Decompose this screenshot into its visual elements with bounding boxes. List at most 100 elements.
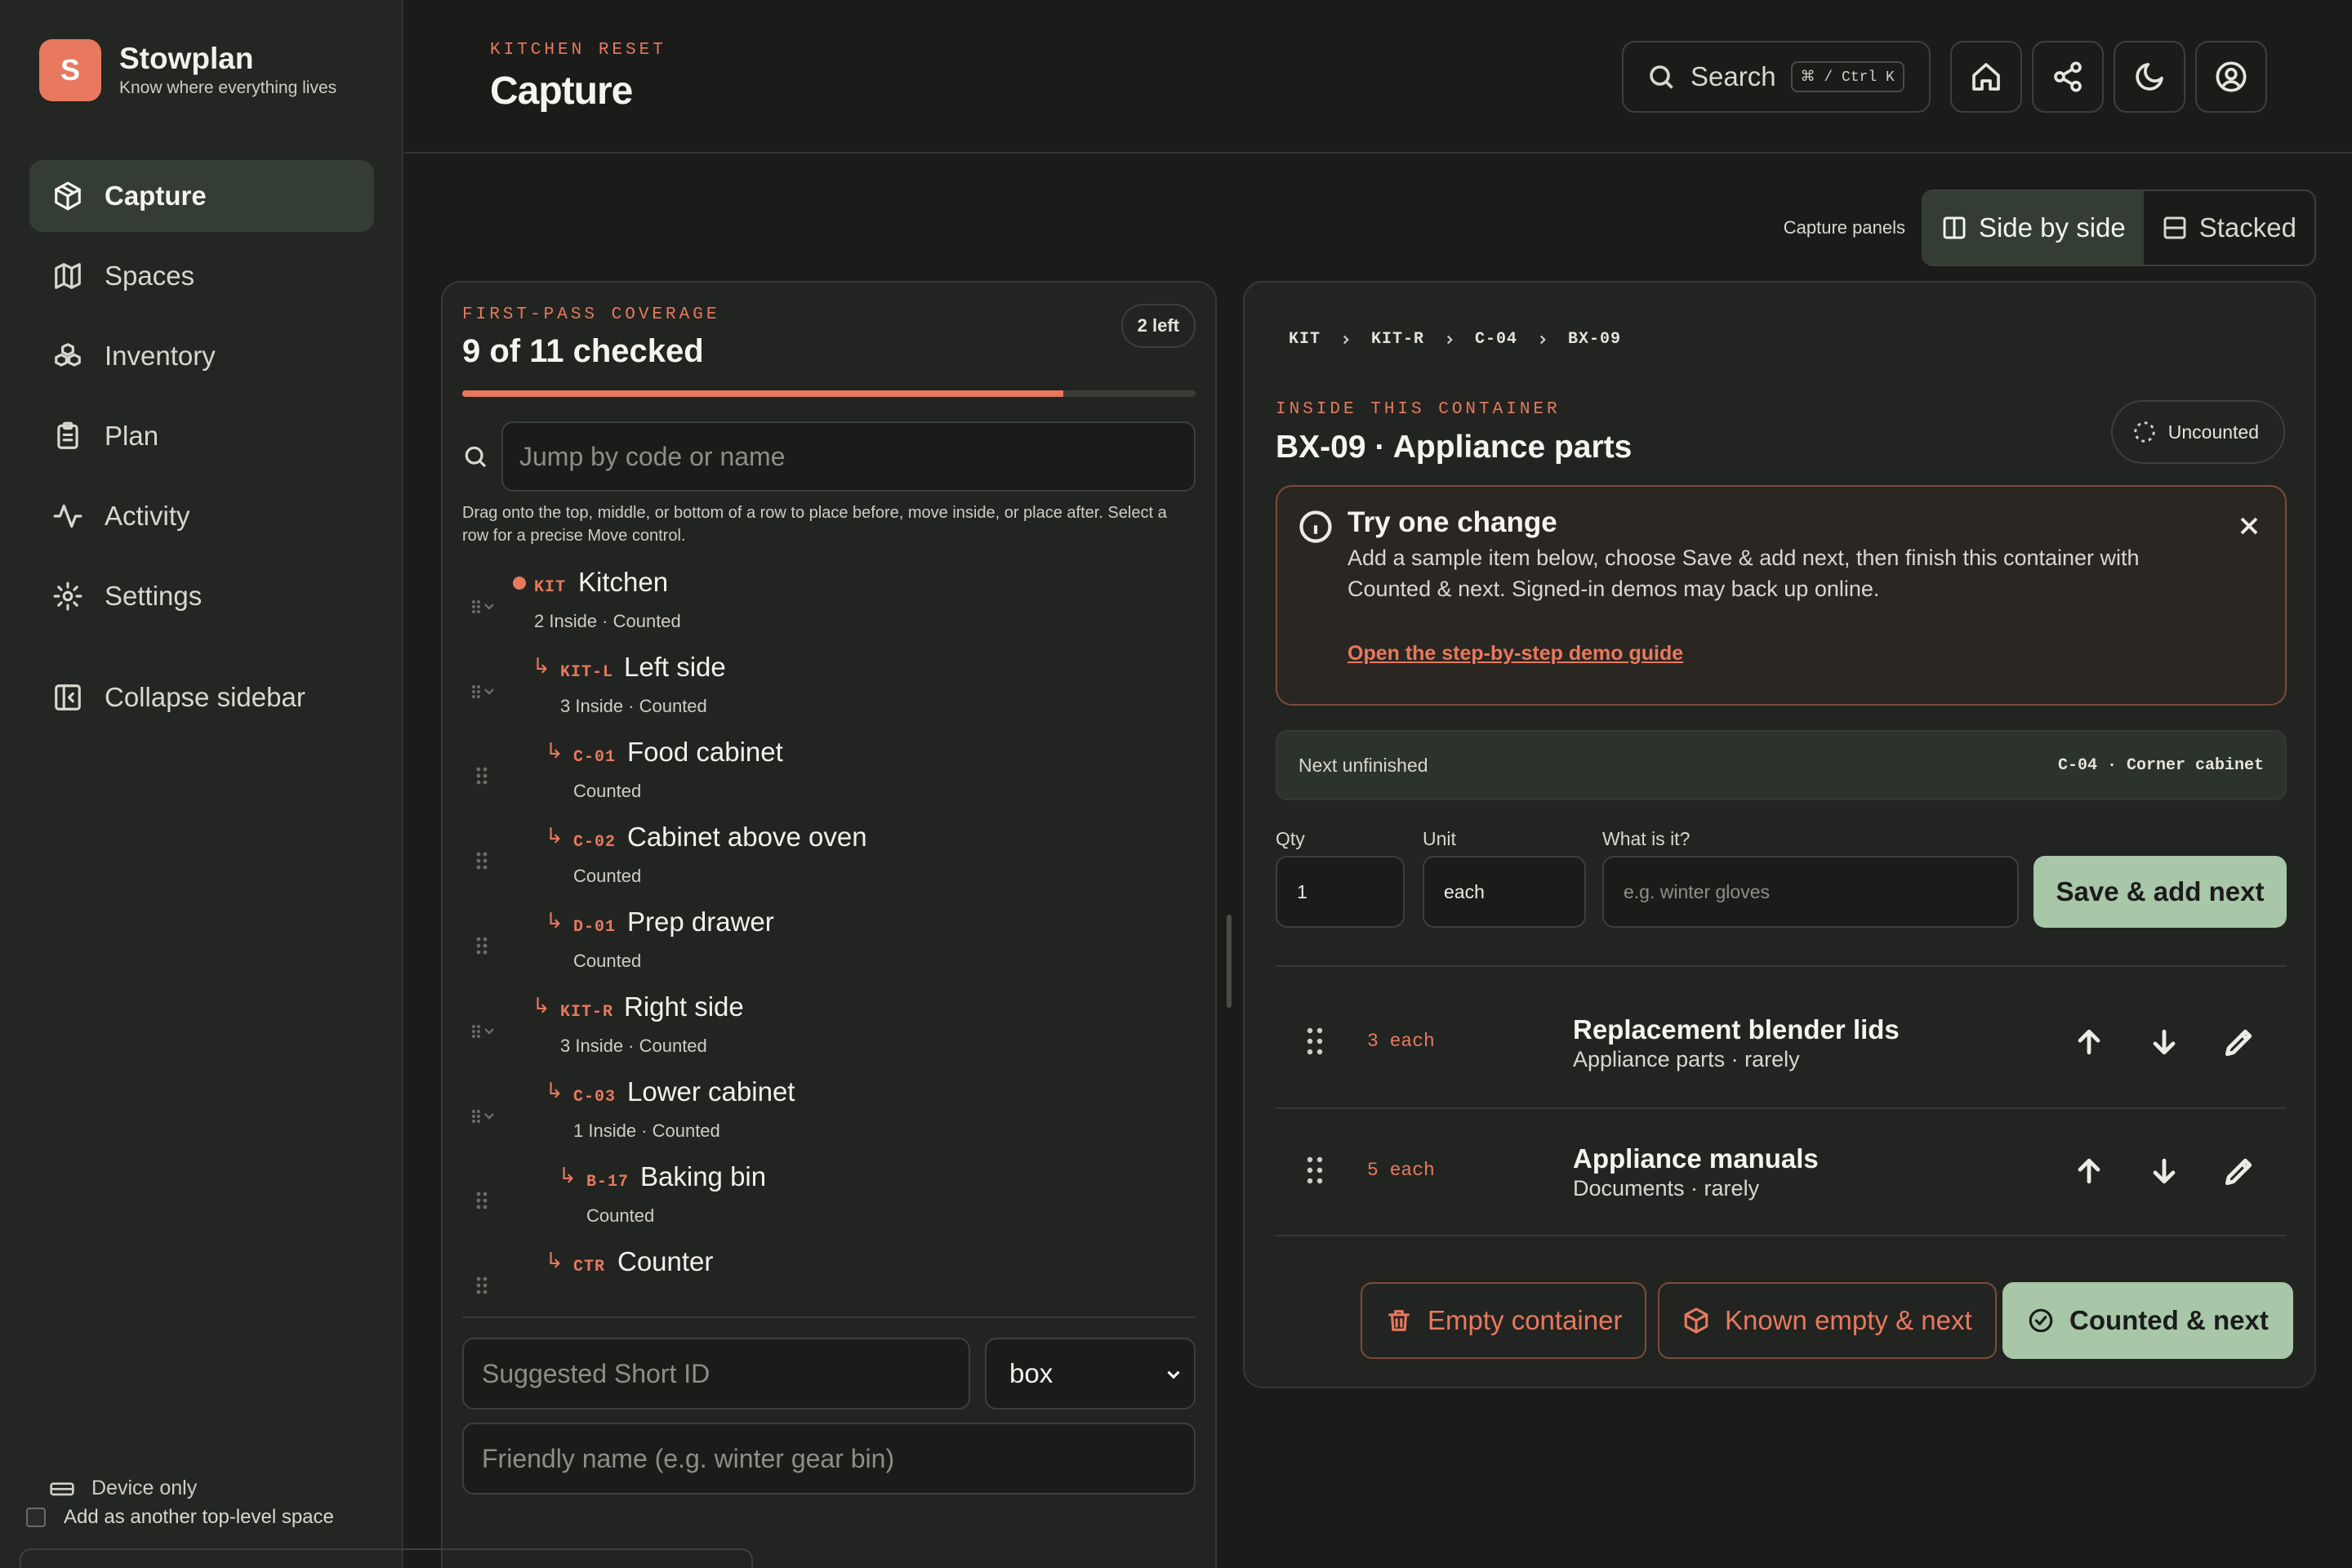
sidebar-item-label: Inventory bbox=[105, 341, 216, 371]
breadcrumb-item[interactable]: KIT bbox=[1289, 330, 1321, 349]
share-button[interactable] bbox=[2032, 41, 2104, 113]
tip-title: Try one change bbox=[1348, 506, 1557, 538]
boxes-icon bbox=[55, 343, 81, 367]
tree-row[interactable]: ↳ C-02 Cabinet above oven Counted bbox=[462, 820, 1196, 905]
space-meta: 3 Inside · Counted bbox=[560, 696, 707, 716]
breadcrumb-item[interactable]: C-04 bbox=[1475, 330, 1517, 349]
tree-row[interactable]: ↳ B-17 Baking bin Counted bbox=[462, 1160, 1196, 1245]
drag-handle-icon[interactable] bbox=[1307, 1156, 1323, 1184]
status-badge: Uncounted bbox=[2110, 400, 2285, 464]
sidebar: S Stowplan Know where everything lives C… bbox=[0, 0, 403, 1568]
unit-input[interactable] bbox=[1423, 856, 1586, 928]
item-row[interactable]: 5 each Appliance manuals Documents · rar… bbox=[1276, 1107, 2287, 1235]
sidebar-item-spaces[interactable]: Spaces bbox=[29, 240, 374, 312]
tree-row[interactable]: ↳ KIT-R Right side 3 Inside · Counted bbox=[462, 990, 1196, 1075]
home-button[interactable] bbox=[1950, 41, 2022, 113]
sidebar-item-settings[interactable]: Settings bbox=[29, 560, 374, 632]
known-empty-label: Known empty & next bbox=[1725, 1305, 1972, 1335]
item-name: Replacement blender lids bbox=[1573, 1014, 1900, 1045]
drag-handle-icon[interactable] bbox=[469, 1272, 498, 1298]
container-type-select[interactable]: box bbox=[985, 1338, 1196, 1410]
space-meta: Counted bbox=[573, 866, 642, 886]
space-name: Baking bin bbox=[640, 1161, 767, 1192]
tree-row[interactable]: ↳ CTR Counter bbox=[462, 1245, 1196, 1300]
drag-handle-icon[interactable] bbox=[469, 1187, 498, 1214]
empty-container-button[interactable]: Empty container bbox=[1361, 1282, 1647, 1359]
info-icon bbox=[1299, 510, 1332, 543]
drag-handle-icon[interactable] bbox=[469, 848, 498, 874]
arrow-up-icon[interactable] bbox=[2071, 1024, 2107, 1060]
tree-row[interactable]: ↳ D-01 Prep drawer Counted bbox=[462, 905, 1196, 990]
coverage-progress-bar bbox=[462, 390, 1196, 397]
top-level-checkbox[interactable] bbox=[26, 1508, 46, 1527]
space-meta: Counted bbox=[573, 781, 642, 801]
space-code: CTR bbox=[573, 1258, 606, 1276]
item-row[interactable]: 3 each Replacement blender lids Applianc… bbox=[1276, 978, 2287, 1106]
search-button[interactable]: Search ⌘ / Ctrl K bbox=[1622, 41, 1931, 113]
drag-handle-icon[interactable] bbox=[469, 593, 498, 619]
pencil-icon[interactable] bbox=[2221, 1153, 2257, 1189]
jump-input[interactable] bbox=[501, 421, 1196, 492]
coverage-panel: FIRST-PASS COVERAGE 9 of 11 checked 2 le… bbox=[441, 281, 1217, 1568]
sidebar-item-activity[interactable]: Activity bbox=[29, 480, 374, 552]
breadcrumb-item[interactable]: BX-09 bbox=[1568, 330, 1621, 349]
tree-row[interactable]: ↳ C-03 Lower cabinet 1 Inside · Counted bbox=[462, 1075, 1196, 1160]
form-stub bbox=[20, 1548, 753, 1568]
arrow-down-icon[interactable] bbox=[2146, 1153, 2182, 1189]
child-arrow-icon: ↳ bbox=[532, 993, 550, 1018]
theme-toggle-button[interactable] bbox=[2114, 41, 2185, 113]
sidebar-item-label: Plan bbox=[105, 421, 159, 451]
short-id-input[interactable] bbox=[462, 1338, 970, 1410]
pencil-icon[interactable] bbox=[2221, 1024, 2257, 1060]
page-eyebrow: KITCHEN RESET bbox=[490, 41, 666, 60]
dashed-circle-icon bbox=[2134, 421, 2155, 443]
demo-guide-link[interactable]: Open the step-by-step demo guide bbox=[1348, 642, 1683, 666]
side-by-side-label: Side by side bbox=[1978, 212, 2126, 243]
drag-hint: Drag onto the top, middle, or bottom of … bbox=[462, 504, 1167, 545]
known-empty-next-button[interactable]: Known empty & next bbox=[1658, 1282, 1997, 1359]
sidebar-item-capture[interactable]: Capture bbox=[29, 160, 374, 232]
space-name: Cabinet above oven bbox=[627, 822, 867, 852]
tree-row[interactable]: KIT Kitchen 2 Inside · Counted bbox=[462, 565, 1196, 650]
child-arrow-icon: ↳ bbox=[546, 823, 564, 848]
save-and-add-next-button[interactable]: Save & add next bbox=[2034, 856, 2287, 928]
device-label: Device only bbox=[91, 1476, 198, 1499]
tree-scrollbar[interactable] bbox=[1227, 915, 1232, 1008]
top-level-option[interactable]: Add as another top-level space bbox=[26, 1506, 334, 1529]
sidebar-item-inventory[interactable]: Inventory bbox=[29, 320, 374, 392]
share-icon bbox=[2054, 61, 2082, 92]
child-arrow-icon: ↳ bbox=[546, 738, 564, 763]
item-qty: 3 each bbox=[1367, 1031, 1435, 1052]
counted-next-button[interactable]: Counted & next bbox=[2002, 1282, 2293, 1359]
tree-row[interactable]: ↳ KIT-L Left side 3 Inside · Counted bbox=[462, 650, 1196, 735]
qty-input[interactable] bbox=[1276, 856, 1405, 928]
arrow-down-icon[interactable] bbox=[2146, 1024, 2182, 1060]
breadcrumb-item[interactable]: KIT-R bbox=[1371, 330, 1424, 349]
drag-handle-icon[interactable] bbox=[1307, 1027, 1323, 1055]
drag-handle-icon[interactable] bbox=[469, 763, 498, 789]
stacked-option[interactable]: Stacked bbox=[2144, 191, 2314, 265]
tree-row[interactable]: ↳ C-01 Food cabinet Counted bbox=[462, 735, 1196, 820]
close-icon[interactable] bbox=[2234, 511, 2264, 541]
container-eyebrow: INSIDE THIS CONTAINER bbox=[1276, 400, 1561, 419]
divider bbox=[1276, 1235, 2287, 1236]
hard-drive-icon bbox=[50, 1482, 74, 1496]
arrow-up-icon[interactable] bbox=[2071, 1153, 2107, 1189]
unit-label: Unit bbox=[1423, 828, 1456, 849]
drag-handle-icon[interactable] bbox=[469, 933, 498, 959]
what-input[interactable] bbox=[1602, 856, 2019, 928]
sidebar-item-plan[interactable]: Plan bbox=[29, 400, 374, 472]
side-by-side-option[interactable]: Side by side bbox=[1922, 191, 2144, 265]
collapse-sidebar-button[interactable]: Collapse sidebar bbox=[29, 662, 374, 733]
friendly-name-input[interactable] bbox=[462, 1423, 1196, 1494]
brand[interactable]: S Stowplan Know where everything lives bbox=[39, 39, 336, 101]
next-unfinished-bar[interactable]: Next unfinished C-04 · Corner cabinet bbox=[1276, 730, 2287, 800]
capture-panels-label: Capture panels bbox=[1783, 217, 1905, 238]
drag-handle-icon[interactable] bbox=[469, 678, 498, 704]
columns-icon bbox=[1943, 216, 1966, 239]
account-button[interactable] bbox=[2195, 41, 2267, 113]
sidebar-item-label: Settings bbox=[105, 581, 203, 611]
drag-handle-icon[interactable] bbox=[469, 1102, 498, 1129]
drag-handle-icon[interactable] bbox=[469, 1018, 498, 1044]
jump-row bbox=[462, 421, 1196, 492]
